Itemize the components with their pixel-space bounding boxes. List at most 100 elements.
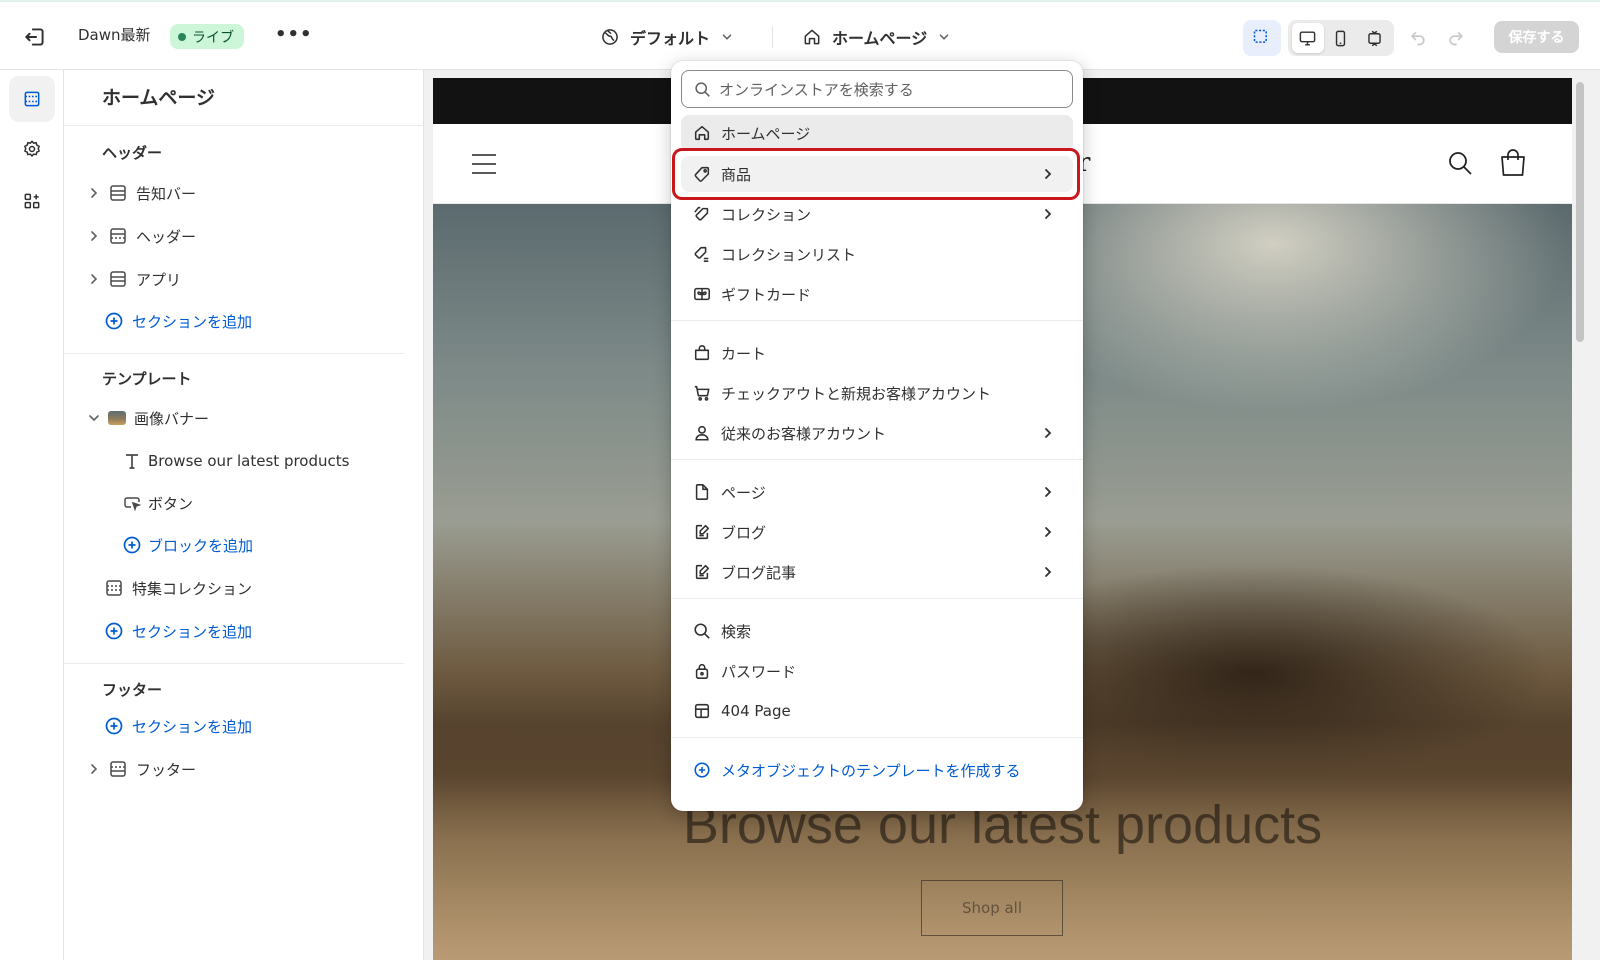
section-announcement-bar[interactable]: 告知バー: [86, 178, 196, 208]
exit-icon[interactable]: [22, 24, 48, 50]
section-footer[interactable]: フッター: [86, 754, 196, 784]
collection-tag-icon: [693, 205, 711, 223]
create-metaobject-template-button[interactable]: メタオブジェクトのテンプレートを作成する: [681, 752, 1073, 788]
chevron-right-icon: [1041, 207, 1055, 221]
mobile-view-button[interactable]: [1325, 23, 1357, 53]
menu-icon[interactable]: [471, 152, 497, 176]
chevron-right-icon: [1041, 426, 1055, 440]
section-apps[interactable]: アプリ: [86, 264, 181, 294]
menu-item-password[interactable]: パスワード: [681, 653, 1073, 689]
chevron-right-icon[interactable]: [86, 185, 102, 201]
panel-title: ホームページ: [102, 87, 216, 109]
select-cursor-icon: [1252, 28, 1272, 48]
undo-icon[interactable]: [1408, 27, 1428, 47]
tag-icon: [693, 165, 711, 183]
page-icon: [693, 483, 711, 501]
block-label: ボタン: [148, 494, 194, 513]
store-name: Dawn最新: [78, 26, 151, 44]
theme-settings-rail-button[interactable]: [9, 126, 55, 172]
menu-divider: [671, 737, 1083, 738]
menu-item-checkout[interactable]: チェックアウトと新規お客様アカウント: [681, 375, 1073, 411]
layout-icon: [693, 702, 711, 720]
section-featured-collection[interactable]: 特集コレクション: [104, 573, 252, 603]
menu-divider: [671, 459, 1083, 460]
inspector-toggle-button[interactable]: [1243, 20, 1281, 56]
apps-rail-button[interactable]: [9, 178, 55, 224]
button-cursor-icon: [122, 493, 142, 513]
live-dot-icon: [178, 32, 186, 41]
cart-icon[interactable]: [1499, 148, 1527, 178]
more-actions-button[interactable]: •••: [275, 24, 312, 50]
header-section-icon: [108, 226, 128, 246]
search-input[interactable]: オンラインストアを検索する: [681, 70, 1073, 108]
section-label: アプリ: [136, 270, 182, 289]
menu-item-search[interactable]: 検索: [681, 613, 1073, 649]
menu-item-label: ページ: [721, 483, 766, 502]
page-selector-dropdown: オンラインストアを検索する ホームページ 商品 コレクション コレクションリスト…: [671, 61, 1083, 811]
menu-item-cart[interactable]: カート: [681, 335, 1073, 371]
panel-divider: [64, 353, 404, 354]
chevron-right-icon: [1041, 525, 1055, 539]
menu-item-home[interactable]: ホームページ: [681, 115, 1073, 151]
fullscreen-view-button[interactable]: [1358, 23, 1390, 53]
menu-item-gift-card[interactable]: ギフトカード: [681, 276, 1073, 312]
desktop-view-button[interactable]: [1291, 23, 1324, 53]
add-section-label: セクションを追加: [132, 717, 253, 736]
theme-label: デフォルト: [630, 29, 711, 48]
section-icon: [104, 578, 124, 598]
add-block-button[interactable]: ブロックを追加: [122, 530, 253, 560]
image-banner-thumbnail: [108, 411, 126, 425]
menu-item-products[interactable]: 商品: [681, 156, 1073, 192]
top-bar: Dawn最新 ライブ ••• デフォルト ホームページ 保存する: [0, 0, 1600, 70]
plus-circle-icon: [104, 311, 124, 331]
block-button[interactable]: ボタン: [122, 488, 193, 518]
menu-item-404[interactable]: 404 Page: [681, 693, 1073, 729]
add-section-label: セクションを追加: [132, 312, 253, 331]
menu-item-blog-posts[interactable]: ブログ記事: [681, 554, 1073, 590]
section-label: ヘッダー: [136, 227, 197, 246]
menu-item-legacy-accounts[interactable]: 従来のお客様アカウント: [681, 415, 1073, 451]
add-section-button-template[interactable]: セクションを追加: [104, 616, 252, 646]
gear-icon: [22, 139, 42, 159]
section-header[interactable]: ヘッダー: [86, 221, 196, 251]
menu-item-blogs[interactable]: ブログ: [681, 514, 1073, 550]
add-section-button-footer[interactable]: セクションを追加: [104, 711, 252, 741]
hero-button[interactable]: Shop all: [921, 880, 1063, 936]
preview-scrollbar[interactable]: [1576, 82, 1584, 342]
create-label: メタオブジェクトのテンプレートを作成する: [721, 761, 1021, 780]
menu-item-collections[interactable]: コレクション: [681, 196, 1073, 232]
toolbar-divider: [772, 26, 773, 48]
theme-selector[interactable]: デフォルト: [600, 22, 734, 52]
page-selector[interactable]: ホームページ: [802, 22, 951, 52]
lock-icon: [693, 662, 711, 680]
sections-panel: ホームページ ヘッダー 告知バー ヘッダー アプリ セクションを追加 テンプレー…: [64, 70, 424, 960]
chevron-right-icon[interactable]: [86, 228, 102, 244]
block-heading[interactable]: Browse our latest products: [122, 446, 349, 476]
chevron-right-icon[interactable]: [86, 271, 102, 287]
plus-circle-icon: [122, 535, 142, 555]
section-image-banner[interactable]: 画像バナー: [86, 403, 209, 433]
search-icon[interactable]: [1447, 150, 1473, 176]
live-status-badge: ライブ: [170, 24, 244, 49]
menu-item-collection-list[interactable]: コレクションリスト: [681, 236, 1073, 272]
sections-rail-button[interactable]: [9, 76, 55, 122]
redo-icon[interactable]: [1446, 27, 1466, 47]
section-icon: [108, 269, 128, 289]
save-button[interactable]: 保存する: [1494, 21, 1579, 53]
footer-group-title: フッター: [102, 681, 163, 699]
sections-icon: [22, 89, 42, 109]
home-icon: [693, 124, 711, 142]
add-section-button-header[interactable]: セクションを追加: [104, 306, 252, 336]
home-icon: [802, 27, 822, 47]
section-label: 特集コレクション: [132, 579, 253, 598]
menu-item-pages[interactable]: ページ: [681, 474, 1073, 510]
person-icon: [693, 424, 711, 442]
bag-icon: [693, 344, 711, 362]
section-label: フッター: [136, 760, 197, 779]
menu-divider: [671, 598, 1083, 599]
apps-icon: [22, 191, 42, 211]
chevron-down-icon[interactable]: [86, 410, 102, 426]
chevron-right-icon: [1041, 485, 1055, 499]
chevron-right-icon[interactable]: [86, 761, 102, 777]
mobile-icon: [1331, 29, 1350, 48]
